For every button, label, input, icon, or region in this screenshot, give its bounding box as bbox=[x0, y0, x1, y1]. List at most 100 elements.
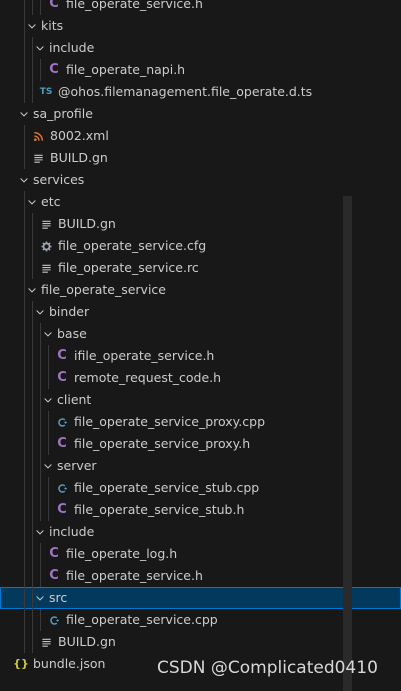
chevron-down-icon[interactable] bbox=[32, 587, 48, 609]
file-label: bundle.json bbox=[33, 656, 106, 671]
tree-file-item[interactable]: Cfile_operate_service.h bbox=[0, 0, 401, 15]
file-label: file_operate_service.h bbox=[66, 0, 203, 11]
c-file-icon: C bbox=[57, 436, 67, 451]
file-label: file_operate_service.cpp bbox=[66, 612, 218, 627]
tree-file-item[interactable]: file_operate_service.cfg bbox=[0, 235, 401, 257]
indent-guide bbox=[40, 345, 41, 367]
tree-file-item[interactable]: file_operate_service.rc bbox=[0, 257, 401, 279]
tree-file-item[interactable]: Cfile_operate_service_proxy.h bbox=[0, 433, 401, 455]
tree-file-item[interactable]: Cfile_operate_napi.h bbox=[0, 59, 401, 81]
tree-file-item[interactable]: Cfile_operate_service.h bbox=[0, 565, 401, 587]
tree-folder-item[interactable]: binder bbox=[0, 301, 401, 323]
tree-folder-item[interactable]: kits bbox=[0, 15, 401, 37]
cpp-file-icon bbox=[47, 609, 61, 631]
tree-file-item[interactable]: Cifile_operate_service.h bbox=[0, 345, 401, 367]
indent-guide bbox=[24, 147, 25, 169]
tree-file-item[interactable]: TS @ohos.filemanagement.file_operate.d.ts bbox=[0, 81, 401, 103]
tree-folder-item[interactable]: file_operate_service bbox=[0, 279, 401, 301]
json-braces-icon: {} bbox=[13, 657, 29, 670]
indent-guide bbox=[32, 213, 33, 235]
chevron-down-icon[interactable] bbox=[40, 455, 56, 477]
folder-label: etc bbox=[41, 194, 61, 209]
indent-guide bbox=[32, 0, 33, 15]
text-lines-icon bbox=[39, 213, 53, 235]
file-label: file_operate_log.h bbox=[66, 546, 178, 561]
indent-guide bbox=[24, 477, 25, 499]
folder-label: base bbox=[57, 326, 87, 341]
indent-guide bbox=[24, 389, 25, 411]
tree-folder-item[interactable]: src bbox=[0, 587, 401, 609]
chevron-down-icon[interactable] bbox=[32, 37, 48, 59]
chevron-down-icon[interactable] bbox=[32, 301, 48, 323]
chevron-down-icon[interactable] bbox=[16, 169, 32, 191]
indent-guide bbox=[24, 631, 25, 653]
tree-file-item[interactable]: Cfile_operate_service_stub.h bbox=[0, 499, 401, 521]
tree-file-item[interactable]: 8002.xml bbox=[0, 125, 401, 147]
indent-guide bbox=[32, 433, 33, 455]
file-label: @ohos.filemanagement.file_operate.d.ts bbox=[58, 84, 313, 99]
tree-folder-item[interactable]: etc bbox=[0, 191, 401, 213]
tree-file-item[interactable]: file_operate_service.cpp bbox=[0, 609, 401, 631]
tree-file-item[interactable]: BUILD.gn bbox=[0, 147, 401, 169]
csdn-watermark: CSDN @Complicated0410 bbox=[157, 658, 378, 678]
file-label: file_operate_service_stub.cpp bbox=[74, 480, 260, 495]
indent-guide bbox=[40, 411, 41, 433]
indent-guide bbox=[32, 389, 33, 411]
indent-guide bbox=[24, 125, 25, 147]
folder-label: kits bbox=[41, 18, 64, 33]
file-label: file_operate_service_proxy.h bbox=[74, 436, 251, 451]
indent-guide bbox=[32, 257, 33, 279]
chevron-down-icon[interactable] bbox=[16, 103, 32, 125]
c-file-icon: C bbox=[57, 348, 67, 363]
chevron-down-icon[interactable] bbox=[32, 521, 48, 543]
tree-file-item[interactable]: Cremote_request_code.h bbox=[0, 367, 401, 389]
tree-file-item[interactable]: BUILD.gn bbox=[0, 631, 401, 653]
typescript-file-icon: TS bbox=[39, 87, 53, 97]
tree-file-item[interactable]: file_operate_service_stub.cpp bbox=[0, 477, 401, 499]
tree-file-item[interactable]: file_operate_service_proxy.cpp bbox=[0, 411, 401, 433]
folder-label: binder bbox=[49, 304, 90, 319]
indent-guide bbox=[24, 367, 25, 389]
indent-guide bbox=[32, 81, 33, 103]
chevron-down-icon[interactable] bbox=[40, 389, 56, 411]
chevron-down-icon[interactable] bbox=[24, 279, 40, 301]
indent-guide bbox=[24, 213, 25, 235]
indent-guide bbox=[24, 0, 25, 15]
vertical-scrollbar-thumb[interactable] bbox=[343, 196, 352, 691]
chevron-down-icon[interactable] bbox=[24, 191, 40, 213]
folder-label: sa_profile bbox=[33, 106, 93, 121]
tree-folder-item[interactable]: client bbox=[0, 389, 401, 411]
cpp-file-icon bbox=[55, 477, 69, 499]
file-label: BUILD.gn bbox=[58, 216, 116, 231]
tree-folder-item[interactable]: server bbox=[0, 455, 401, 477]
text-lines-icon bbox=[31, 147, 45, 169]
file-label: ifile_operate_service.h bbox=[74, 348, 215, 363]
indent-guide bbox=[32, 455, 33, 477]
indent-guide bbox=[24, 521, 25, 543]
indent-guide bbox=[32, 565, 33, 587]
indent-guide bbox=[32, 59, 33, 81]
indent-guide bbox=[24, 433, 25, 455]
indent-guide bbox=[32, 543, 33, 565]
file-label: file_operate_service_stub.h bbox=[74, 502, 245, 517]
cpp-file-icon bbox=[55, 411, 69, 433]
indent-guide bbox=[24, 411, 25, 433]
indent-guide bbox=[24, 565, 25, 587]
tree-file-item[interactable]: BUILD.gn bbox=[0, 213, 401, 235]
indent-guide bbox=[48, 345, 49, 367]
c-file-icon: C bbox=[49, 62, 59, 77]
tree-file-item[interactable]: Cfile_operate_log.h bbox=[0, 543, 401, 565]
indent-guide bbox=[24, 455, 25, 477]
indent-guide bbox=[32, 367, 33, 389]
file-label: BUILD.gn bbox=[50, 150, 108, 165]
c-file-icon: C bbox=[57, 370, 67, 385]
tree-folder-item[interactable]: base bbox=[0, 323, 401, 345]
tree-folder-item[interactable]: sa_profile bbox=[0, 103, 401, 125]
tree-folder-item[interactable]: include bbox=[0, 521, 401, 543]
tree-folder-item[interactable]: services bbox=[0, 169, 401, 191]
tree-folder-item[interactable]: include bbox=[0, 37, 401, 59]
chevron-down-icon[interactable] bbox=[24, 15, 40, 37]
chevron-down-icon[interactable] bbox=[40, 323, 56, 345]
indent-guide bbox=[32, 345, 33, 367]
folder-label: include bbox=[49, 524, 95, 539]
